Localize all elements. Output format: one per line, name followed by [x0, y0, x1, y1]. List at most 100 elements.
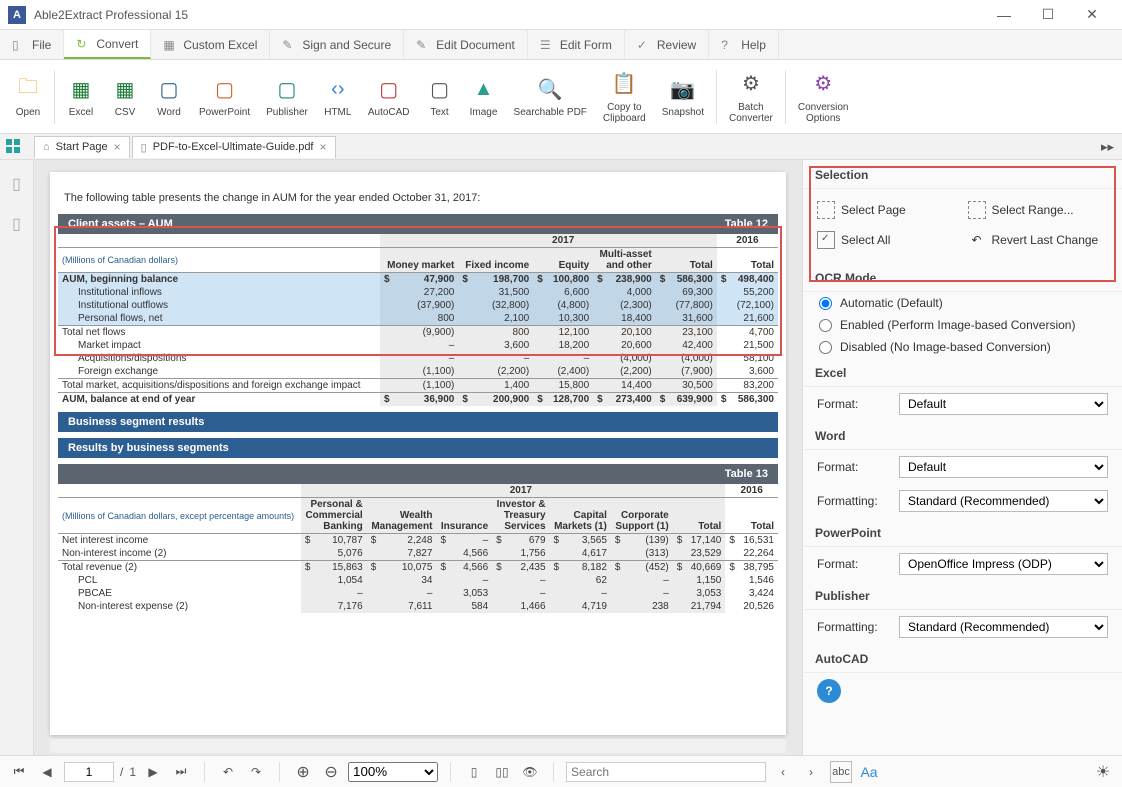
- close-button[interactable]: ✕: [1070, 0, 1114, 30]
- excel-format-label: Format:: [817, 397, 889, 411]
- next-page-button[interactable]: ▶: [142, 761, 164, 783]
- biz-segment-bar: Business segment results: [58, 412, 778, 432]
- ocr-label-1: Enabled (Perform Image-based Conversion): [840, 318, 1075, 332]
- ocr-radio-2[interactable]: [819, 341, 832, 354]
- select-page-icon: [817, 201, 835, 219]
- ribbon-csv[interactable]: ▦CSV: [103, 71, 147, 122]
- ribbon-excel[interactable]: ▦Excel: [59, 71, 103, 122]
- close-tab-icon[interactable]: ×: [114, 140, 121, 154]
- ribbon-html[interactable]: ‹›HTML: [316, 71, 360, 122]
- autocad-icon: ▢: [375, 75, 403, 103]
- status-bar: ⏮ ◀ / 1 ▶ ⏭ ↶ ↷ ⊕ ⊖ 100% ▯ ▯▯ 👁 ‹ › abc …: [0, 755, 1122, 787]
- document-viewport[interactable]: The following table presents the change …: [34, 160, 802, 755]
- zoom-out-button[interactable]: ⊖: [320, 761, 342, 783]
- page-thumb-icon[interactable]: ▯: [12, 174, 21, 194]
- revert-button[interactable]: ↶Revert Last Change: [968, 231, 1109, 249]
- search-prev-button[interactable]: ‹: [772, 761, 794, 783]
- thumbnail-toggle-icon[interactable]: [4, 137, 24, 155]
- home-icon: ⌂: [43, 141, 50, 153]
- html-icon: ‹›: [324, 75, 352, 103]
- menu-tab-review[interactable]: ✓Review: [625, 30, 709, 59]
- rotate-left-button[interactable]: ↶: [217, 761, 239, 783]
- help-icon: ?: [721, 38, 735, 52]
- ribbon-powerpoint[interactable]: ▢PowerPoint: [191, 71, 258, 122]
- select-range-button[interactable]: Select Range...: [968, 201, 1109, 219]
- ribbon-word[interactable]: ▢Word: [147, 71, 191, 122]
- page-sep: /: [120, 765, 123, 779]
- select-page-button[interactable]: Select Page: [817, 201, 958, 219]
- selection-header: Selection: [803, 160, 1122, 189]
- menu-tab-file[interactable]: ▯File: [0, 30, 64, 59]
- menu-tab-custom-excel[interactable]: ▦Custom Excel: [151, 30, 270, 59]
- ribbon-snapshot[interactable]: 📷Snapshot: [654, 71, 712, 122]
- pp-header: PowerPoint: [803, 518, 1122, 547]
- word-format-label: Format:: [817, 460, 889, 474]
- view-mode-1-icon[interactable]: ▯: [463, 761, 485, 783]
- ribbon-image[interactable]: ▲Image: [462, 71, 506, 122]
- ocr-header: OCR Mode: [803, 263, 1122, 292]
- copy-to-clipboard-icon: 📋: [610, 70, 638, 98]
- text-icon: ▢: [426, 75, 454, 103]
- tab-scroll-icon[interactable]: ▸▸: [1101, 139, 1114, 155]
- ribbon-autocad[interactable]: ▢AutoCAD: [360, 71, 418, 122]
- doc-icon: ▯: [141, 141, 147, 154]
- select-all-button[interactable]: ✓Select All: [817, 231, 958, 249]
- menu-tab-help[interactable]: ?Help: [709, 30, 779, 59]
- view-mode-2-icon[interactable]: ▯▯: [491, 761, 513, 783]
- pub-formatting-select[interactable]: Standard (Recommended): [899, 616, 1108, 638]
- menu-tab-edit-document[interactable]: ✎Edit Document: [404, 30, 528, 59]
- match-case-icon[interactable]: abc: [830, 761, 852, 783]
- ribbon-conversion-options[interactable]: ⚙ConversionOptions: [790, 66, 857, 128]
- pp-format-label: Format:: [817, 557, 889, 571]
- word-icon: ▢: [155, 75, 183, 103]
- pub-formatting-label: Formatting:: [817, 620, 889, 634]
- table1-header-bar: Client assets – AUMTable 12: [58, 214, 778, 234]
- ribbon-searchable-pdf[interactable]: 🔍Searchable PDF: [506, 71, 595, 122]
- pp-format-select[interactable]: OpenOffice Impress (ODP): [899, 553, 1108, 575]
- menu-tab-convert[interactable]: ↻Convert: [64, 30, 151, 59]
- help-icon[interactable]: ?: [817, 679, 841, 703]
- maximize-button[interactable]: ☐: [1026, 0, 1070, 30]
- conversion-options-icon: ⚙: [809, 70, 837, 98]
- menu-tabs: ▯File↻Convert▦Custom Excel✎Sign and Secu…: [0, 30, 1122, 60]
- acad-header: AutoCAD: [803, 644, 1122, 673]
- ocr-radio-1[interactable]: [819, 319, 832, 332]
- page-total: 1: [129, 765, 136, 779]
- word-formatting-select[interactable]: Standard (Recommended): [899, 490, 1108, 512]
- right-panel: Selection Select Page Select Range... ✓S…: [802, 160, 1122, 755]
- csv-icon: ▦: [111, 75, 139, 103]
- page-input[interactable]: [64, 762, 114, 782]
- ribbon-publisher[interactable]: ▢Publisher: [258, 71, 316, 122]
- rotate-right-button[interactable]: ↷: [245, 761, 267, 783]
- file-icon: ▯: [12, 38, 26, 52]
- excel-format-select[interactable]: Default: [899, 393, 1108, 415]
- doc-tab[interactable]: ⌂Start Page×: [34, 136, 130, 158]
- zoom-in-button[interactable]: ⊕: [292, 761, 314, 783]
- menu-tab-sign-and-secure[interactable]: ✎Sign and Secure: [270, 30, 404, 59]
- attachment-icon[interactable]: ▯: [12, 214, 21, 234]
- excel-icon: ▦: [67, 75, 95, 103]
- close-tab-icon[interactable]: ×: [320, 140, 327, 154]
- first-page-button[interactable]: ⏮: [8, 761, 30, 783]
- word-format-select[interactable]: Default: [899, 456, 1108, 478]
- prev-page-button[interactable]: ◀: [36, 761, 58, 783]
- pub-header: Publisher: [803, 581, 1122, 610]
- ribbon-copy-to-clipboard[interactable]: 📋Copy toClipboard: [595, 66, 654, 128]
- intro-text: The following table presents the change …: [54, 192, 782, 204]
- search-input[interactable]: [566, 762, 766, 782]
- ribbon-open[interactable]: 🗀Open: [6, 71, 50, 122]
- theme-icon[interactable]: ☀: [1092, 761, 1114, 783]
- horizontal-scrollbar[interactable]: [50, 739, 786, 753]
- view-mode-3-icon[interactable]: 👁: [519, 761, 541, 783]
- menu-tab-edit-form[interactable]: ☰Edit Form: [528, 30, 625, 59]
- zoom-select[interactable]: 100%: [348, 762, 438, 782]
- ribbon-batch-converter[interactable]: ⚙BatchConverter: [721, 66, 781, 128]
- ribbon-text[interactable]: ▢Text: [418, 71, 462, 122]
- text-size-icon[interactable]: Aa: [858, 761, 880, 783]
- minimize-button[interactable]: —: [982, 0, 1026, 30]
- ocr-radio-0[interactable]: [819, 297, 832, 310]
- search-next-button[interactable]: ›: [800, 761, 822, 783]
- doc-tab[interactable]: ▯PDF-to-Excel-Ultimate-Guide.pdf×: [132, 136, 336, 158]
- last-page-button[interactable]: ⏭: [170, 761, 192, 783]
- app-title: Able2Extract Professional 15: [34, 8, 982, 22]
